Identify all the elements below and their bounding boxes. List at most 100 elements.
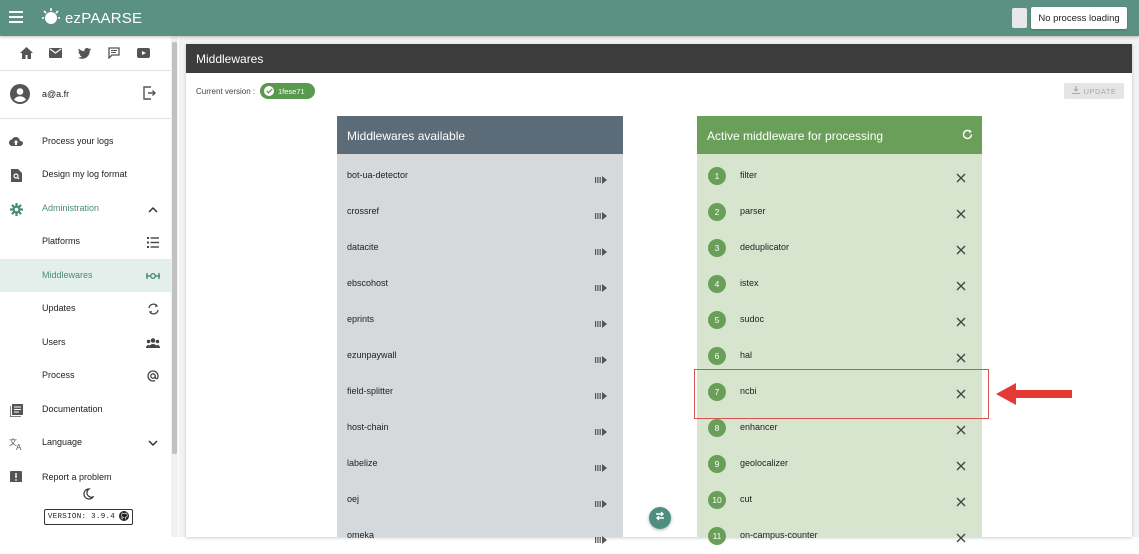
remove-icon[interactable] — [956, 206, 966, 224]
sidebar-item-administration[interactable]: Administration — [0, 192, 171, 225]
active-middleware-item[interactable]: 5 sudoc — [697, 302, 982, 338]
order-badge: 5 — [708, 311, 726, 329]
drag-arrow-icon[interactable] — [595, 423, 607, 441]
version-badge[interactable]: VERSION: 3.9.4 — [44, 509, 133, 525]
active-middleware-item[interactable]: 9 geolocalizer — [697, 446, 982, 482]
sidebar-item-language[interactable]: 文A Language — [0, 426, 171, 459]
middleware-name: enhancer — [740, 422, 778, 432]
update-button[interactable]: UPDATE — [1064, 83, 1124, 99]
available-middleware-item[interactable]: omeka — [337, 518, 623, 554]
sidebar-item-middlewares[interactable]: Middlewares — [0, 259, 171, 292]
remove-icon[interactable] — [956, 458, 966, 476]
available-middleware-item[interactable]: crossref — [337, 194, 623, 230]
swap-button[interactable] — [649, 507, 671, 529]
remove-icon[interactable] — [956, 242, 966, 260]
ezpaarse-logo-icon — [41, 7, 61, 27]
active-middleware-item[interactable]: 2 parser — [697, 194, 982, 230]
remove-icon[interactable] — [956, 278, 966, 296]
remove-icon[interactable] — [956, 422, 966, 440]
middleware-name: eprints — [347, 314, 375, 324]
available-middleware-item[interactable]: bot-ua-detector — [337, 158, 623, 194]
version-text: VERSION: 3.9.4 — [47, 513, 116, 521]
sidebar-item-updates[interactable]: Updates — [0, 292, 171, 325]
drag-arrow-icon[interactable] — [595, 243, 607, 261]
middleware-name: omeka — [347, 530, 375, 540]
available-middleware-item[interactable]: field-splitter — [337, 374, 623, 410]
update-label: UPDATE — [1083, 86, 1117, 96]
active-middleware-item[interactable]: 1 filter — [697, 158, 982, 194]
remove-icon[interactable] — [956, 530, 966, 548]
remove-icon[interactable] — [956, 314, 966, 332]
remove-icon[interactable] — [956, 494, 966, 512]
middleware-name: istex — [740, 278, 759, 288]
available-middleware-item[interactable]: oej — [337, 482, 623, 518]
sidebar-item-documentation[interactable]: Documentation — [0, 393, 171, 426]
order-badge: 3 — [708, 239, 726, 257]
sidebar-item-process[interactable]: Process — [0, 359, 171, 392]
middleware-name: hal — [740, 350, 753, 360]
available-middlewares-panel: Middlewares available bot-ua-detector cro… — [337, 116, 623, 544]
sidebar-item-platforms[interactable]: Platforms — [0, 225, 171, 258]
drag-arrow-icon[interactable] — [595, 351, 607, 369]
drag-arrow-icon[interactable] — [595, 387, 607, 405]
current-version-label: Current version : — [196, 87, 256, 96]
middleware-name: field-splitter — [347, 386, 394, 396]
alert-icon — [9, 470, 23, 482]
svg-text:A: A — [16, 443, 22, 450]
app-title: ezPAARSE — [65, 10, 143, 27]
active-middleware-item[interactable]: 11 on-campus-counter — [697, 518, 982, 554]
middleware-name: geolocalizer — [740, 458, 789, 468]
sidebar-item-design-log-format[interactable]: Design my log format — [0, 158, 171, 191]
drag-arrow-icon[interactable] — [595, 207, 607, 225]
file-search-icon — [9, 168, 23, 182]
sidebar-item-users[interactable]: Users — [0, 326, 171, 359]
order-badge: 6 — [708, 347, 726, 365]
sidebar-item-report-problem[interactable]: Report a problem — [0, 460, 171, 482]
swap-icon — [654, 509, 666, 527]
drag-arrow-icon[interactable] — [595, 315, 607, 333]
youtube-icon[interactable] — [136, 46, 150, 60]
home-icon[interactable] — [20, 46, 34, 60]
dark-mode-toggle-icon[interactable] — [82, 487, 95, 505]
middleware-name: labelize — [347, 458, 378, 468]
drag-arrow-icon[interactable] — [595, 495, 607, 513]
available-middleware-item[interactable]: ebscohost — [337, 266, 623, 302]
sidebar-item-label: Documentation — [42, 404, 103, 414]
refresh-icon[interactable] — [962, 129, 973, 143]
remove-icon[interactable] — [956, 350, 966, 368]
chevron-up-icon — [146, 202, 160, 216]
drag-arrow-icon[interactable] — [595, 171, 607, 189]
drag-arrow-icon[interactable] — [595, 279, 607, 297]
twitter-icon[interactable] — [78, 46, 92, 60]
active-middleware-item[interactable]: 10 cut — [697, 482, 982, 518]
available-middleware-item[interactable]: host-chain — [337, 410, 623, 446]
app-bar: ezPAARSE No process loading — [0, 0, 1139, 36]
remove-icon[interactable] — [956, 170, 966, 188]
active-panel-title: Active middleware for processing — [707, 129, 884, 143]
list-icon — [146, 235, 160, 249]
middleware-name: host-chain — [347, 422, 389, 432]
available-middleware-item[interactable]: datacite — [337, 230, 623, 266]
github-icon — [119, 510, 130, 524]
logout-icon[interactable] — [143, 86, 156, 105]
available-middleware-item[interactable]: ezunpaywall — [337, 338, 623, 374]
app-small-button[interactable] — [1012, 8, 1027, 28]
active-middleware-item[interactable]: 3 deduplicator — [697, 230, 982, 266]
available-middleware-item[interactable]: labelize — [337, 446, 623, 482]
drag-arrow-icon[interactable] — [595, 531, 607, 549]
sidebar-item-process-logs[interactable]: Process your logs — [0, 125, 171, 158]
chat-icon[interactable] — [107, 46, 121, 60]
available-middleware-item[interactable]: eprints — [337, 302, 623, 338]
order-badge: 2 — [708, 203, 726, 221]
order-badge: 9 — [708, 455, 726, 473]
sidebar-scrollbar-thumb[interactable] — [172, 42, 177, 454]
drag-arrow-icon[interactable] — [595, 459, 607, 477]
mail-icon[interactable] — [49, 46, 63, 60]
middleware-name: crossref — [347, 206, 380, 216]
sidebar-divider — [0, 118, 171, 119]
active-middleware-item[interactable]: 4 istex — [697, 266, 982, 302]
middleware-name: ebscohost — [347, 278, 389, 288]
process-status-button[interactable]: No process loading — [1031, 7, 1127, 29]
sidebar-item-label: Process your logs — [42, 136, 114, 146]
menu-icon[interactable] — [9, 11, 23, 23]
